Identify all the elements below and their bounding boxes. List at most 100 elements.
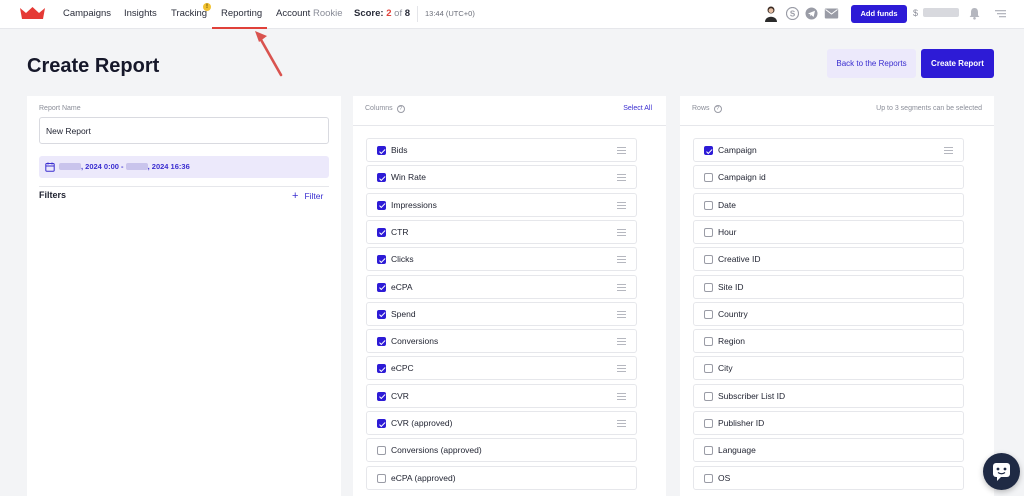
rows-option-row[interactable]: Country bbox=[693, 301, 964, 326]
rows-option-row[interactable]: Date bbox=[693, 192, 964, 217]
option-checkbox[interactable] bbox=[377, 309, 386, 319]
columns-option-row[interactable]: Bids bbox=[366, 138, 637, 162]
drag-handle-icon[interactable] bbox=[617, 174, 626, 182]
date-range-picker[interactable]: , 2024 0:00 - , 2024 16:36 bbox=[39, 156, 329, 178]
help-icon[interactable]: ? bbox=[713, 105, 722, 113]
option-checkbox[interactable] bbox=[377, 227, 386, 237]
option-label: Date bbox=[718, 199, 736, 210]
rows-option-row[interactable]: Site ID bbox=[693, 274, 964, 299]
option-checkbox[interactable] bbox=[377, 255, 386, 265]
mail-icon[interactable] bbox=[824, 7, 839, 20]
option-checkbox[interactable] bbox=[704, 419, 713, 428]
columns-option-row[interactable]: Clicks bbox=[366, 247, 637, 272]
columns-option-row[interactable]: eCPC bbox=[366, 356, 637, 381]
option-checkbox[interactable] bbox=[704, 473, 713, 483]
columns-option-row[interactable]: eCPA (approved) bbox=[366, 465, 637, 490]
create-report-button[interactable]: Create Report bbox=[921, 49, 994, 78]
nav-tracking[interactable]: Tracking bbox=[171, 8, 207, 19]
option-checkbox[interactable] bbox=[377, 473, 386, 483]
columns-option-row[interactable]: Conversions (approved) bbox=[366, 438, 637, 463]
bell-icon[interactable] bbox=[968, 7, 981, 20]
score-display[interactable]: Score: 2 of 8 bbox=[354, 8, 410, 19]
option-checkbox[interactable] bbox=[377, 364, 386, 374]
skype-icon[interactable]: S bbox=[786, 7, 799, 20]
option-checkbox[interactable] bbox=[377, 446, 386, 456]
option-label: City bbox=[718, 363, 733, 374]
rows-option-row[interactable]: Region bbox=[693, 329, 964, 354]
columns-option-row[interactable]: Win Rate bbox=[366, 165, 637, 190]
drag-handle-icon[interactable] bbox=[617, 310, 626, 318]
option-label: Hour bbox=[718, 226, 737, 237]
option-checkbox[interactable] bbox=[377, 391, 386, 401]
back-to-reports-button[interactable]: Back to the Reports bbox=[827, 49, 916, 78]
menu-icon[interactable] bbox=[994, 7, 1007, 20]
drag-handle-icon[interactable] bbox=[617, 338, 626, 346]
option-checkbox[interactable] bbox=[704, 364, 713, 374]
rows-option-row[interactable]: Hour bbox=[693, 219, 964, 244]
option-label: Publisher ID bbox=[718, 418, 765, 428]
rows-option-row[interactable]: City bbox=[693, 356, 964, 381]
add-filter-button[interactable]: + Filter bbox=[292, 190, 323, 202]
rows-option-row[interactable]: Campaign bbox=[693, 138, 964, 162]
option-checkbox[interactable] bbox=[377, 146, 386, 155]
section-divider bbox=[39, 186, 329, 187]
brand-logo[interactable] bbox=[19, 6, 46, 20]
option-checkbox[interactable] bbox=[704, 200, 713, 210]
option-checkbox[interactable] bbox=[704, 227, 713, 237]
drag-handle-icon[interactable] bbox=[617, 201, 626, 209]
nav-divider bbox=[417, 6, 418, 22]
rows-option-row[interactable]: Subscriber List ID bbox=[693, 383, 964, 408]
option-checkbox[interactable] bbox=[377, 173, 386, 183]
rows-option-row[interactable]: Campaign id bbox=[693, 165, 964, 190]
hidden-end-date bbox=[125, 163, 148, 170]
drag-handle-icon[interactable] bbox=[617, 392, 626, 400]
drag-handle-icon[interactable] bbox=[617, 365, 626, 373]
nav-insights[interactable]: Insights bbox=[124, 8, 157, 19]
drag-handle-icon[interactable] bbox=[617, 228, 626, 236]
option-checkbox[interactable] bbox=[704, 337, 713, 347]
option-checkbox[interactable] bbox=[704, 173, 713, 183]
option-label: Region bbox=[718, 336, 745, 347]
page-title: Create Report bbox=[27, 55, 160, 77]
add-funds-button[interactable]: Add funds bbox=[851, 5, 907, 23]
balance-display[interactable]: $ bbox=[913, 8, 959, 18]
select-all-button[interactable]: Select All bbox=[623, 105, 652, 112]
rows-option-row[interactable]: Creative ID bbox=[693, 247, 964, 272]
user-avatar[interactable] bbox=[764, 5, 778, 22]
nav-campaigns[interactable]: Campaigns bbox=[63, 8, 111, 19]
clock-time: 13:44 (UTC+0) bbox=[425, 9, 475, 18]
rows-option-row[interactable]: Publisher ID bbox=[693, 411, 964, 435]
option-checkbox[interactable] bbox=[704, 309, 713, 319]
option-checkbox[interactable] bbox=[377, 200, 386, 210]
option-checkbox[interactable] bbox=[704, 391, 713, 401]
drag-handle-icon[interactable] bbox=[617, 147, 626, 154]
drag-handle-icon[interactable] bbox=[617, 256, 626, 264]
option-checkbox[interactable] bbox=[704, 146, 713, 155]
columns-option-row[interactable]: Conversions bbox=[366, 329, 637, 354]
columns-option-row[interactable]: Spend bbox=[366, 301, 637, 326]
option-checkbox[interactable] bbox=[377, 337, 386, 347]
columns-option-row[interactable]: Impressions bbox=[366, 192, 637, 217]
telegram-icon[interactable] bbox=[805, 7, 818, 20]
option-label: Impressions bbox=[391, 199, 437, 210]
columns-option-row[interactable]: CVR bbox=[366, 383, 637, 408]
columns-option-row[interactable]: CTR bbox=[366, 219, 637, 244]
nav-reporting[interactable]: Reporting bbox=[221, 8, 262, 19]
drag-handle-icon[interactable] bbox=[617, 283, 626, 291]
option-checkbox[interactable] bbox=[377, 282, 386, 292]
drag-handle-icon[interactable] bbox=[944, 147, 953, 154]
rows-option-row[interactable]: OS bbox=[693, 465, 964, 490]
option-checkbox[interactable] bbox=[704, 282, 713, 292]
nav-account[interactable]: Account Rookie bbox=[276, 8, 343, 19]
option-checkbox[interactable] bbox=[704, 255, 713, 265]
columns-option-row[interactable]: eCPA bbox=[366, 274, 637, 299]
rows-option-row[interactable]: Language bbox=[693, 438, 964, 463]
chat-support-button[interactable] bbox=[983, 453, 1020, 490]
option-checkbox[interactable] bbox=[704, 446, 713, 456]
option-checkbox[interactable] bbox=[377, 419, 386, 428]
filters-heading: Filters bbox=[39, 190, 67, 200]
drag-handle-icon[interactable] bbox=[617, 420, 626, 427]
report-name-input[interactable] bbox=[39, 117, 329, 144]
columns-option-row[interactable]: CVR (approved) bbox=[366, 411, 637, 435]
help-icon[interactable]: ? bbox=[396, 105, 405, 113]
